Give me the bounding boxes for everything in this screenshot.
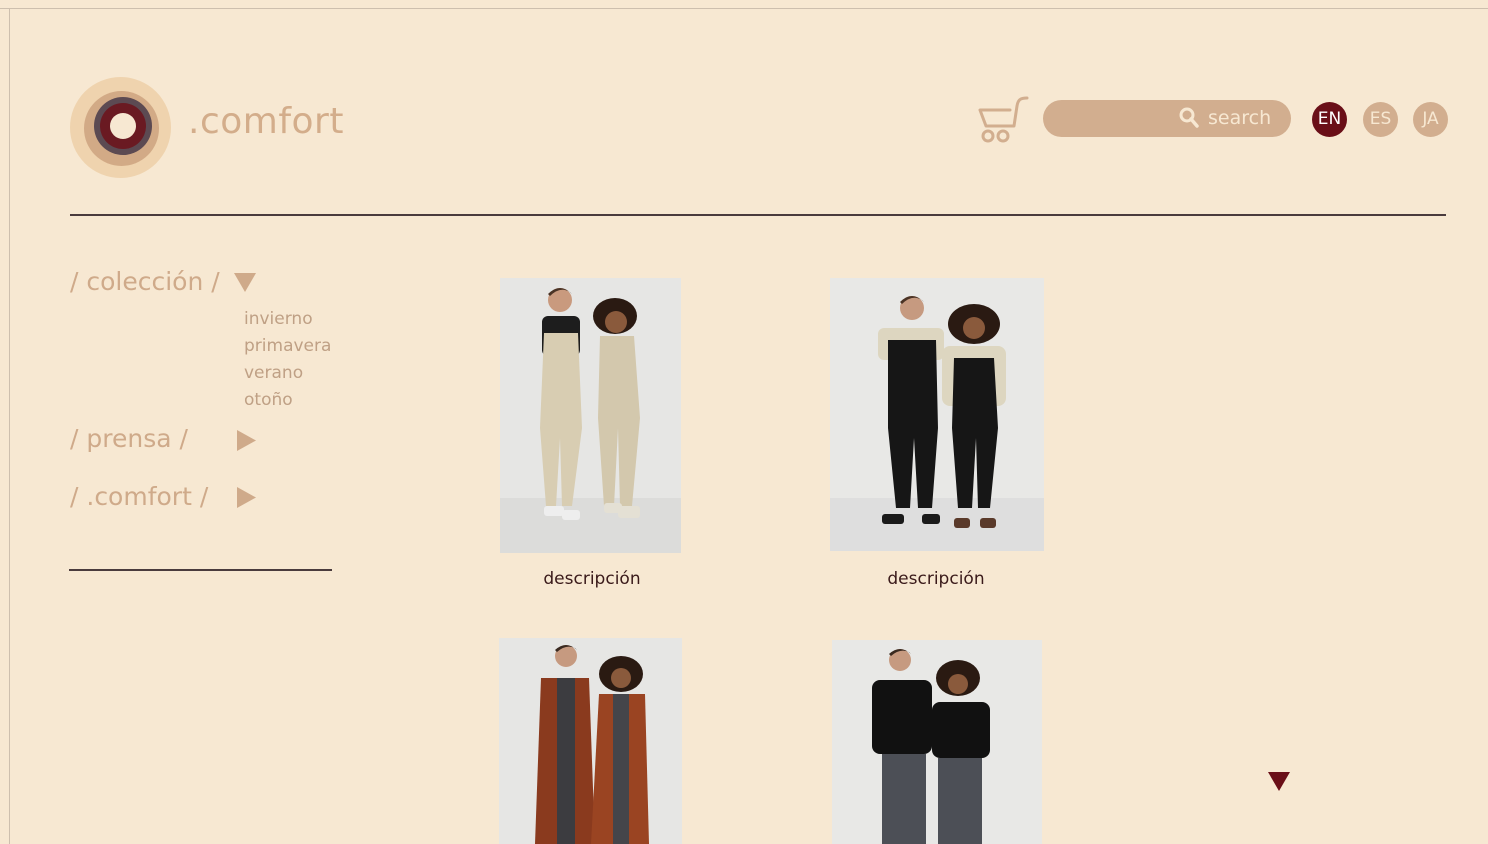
nav-item-otono[interactable]: otoño: [244, 390, 293, 410]
product-image[interactable]: [830, 278, 1044, 551]
nav-coleccion[interactable]: / colección /: [70, 267, 220, 296]
triangle-down-icon[interactable]: [234, 273, 256, 292]
product-image[interactable]: [500, 278, 681, 553]
header-divider: [70, 214, 1446, 216]
frame-border-top: [0, 8, 1488, 9]
language-ja-button[interactable]: JA: [1413, 102, 1448, 137]
sidebar-divider: [69, 569, 332, 571]
search-placeholder: search: [1208, 107, 1272, 129]
brand-name[interactable]: .comfort: [188, 101, 344, 142]
language-es-button[interactable]: ES: [1363, 102, 1398, 137]
nav-prensa[interactable]: / prensa /: [70, 424, 188, 453]
product-image[interactable]: [499, 638, 682, 844]
triangle-right-icon[interactable]: [237, 487, 256, 508]
logo-icon[interactable]: [70, 77, 171, 178]
triangle-right-icon[interactable]: [237, 430, 256, 451]
scroll-down-triangle-icon[interactable]: [1268, 772, 1290, 791]
nav-comfort[interactable]: / .comfort /: [70, 482, 208, 511]
cart-icon[interactable]: [976, 96, 1030, 146]
search-icon: [1179, 107, 1199, 128]
nav-item-primavera[interactable]: primavera: [244, 336, 331, 356]
search-input[interactable]: search: [1043, 100, 1291, 137]
nav-item-verano[interactable]: verano: [244, 363, 303, 383]
frame-border-left: [9, 8, 10, 844]
language-en-button[interactable]: EN: [1312, 102, 1347, 137]
product-image[interactable]: [832, 640, 1042, 844]
nav-item-invierno[interactable]: invierno: [244, 309, 313, 329]
product-description[interactable]: descripción: [830, 569, 1042, 589]
product-description[interactable]: descripción: [500, 569, 684, 589]
